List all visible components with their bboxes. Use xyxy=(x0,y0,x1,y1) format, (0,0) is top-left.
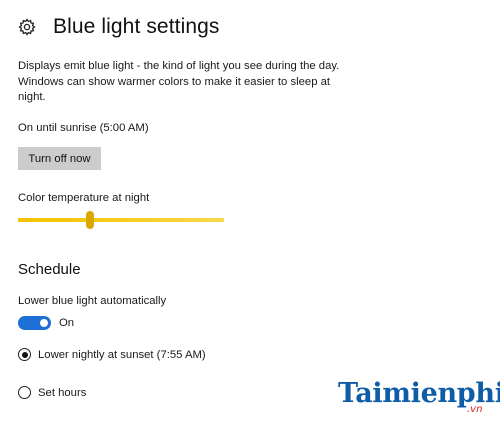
radio-button[interactable] xyxy=(18,348,31,361)
color-temperature-slider[interactable] xyxy=(18,209,224,233)
radio-set-hours[interactable]: Set hours xyxy=(18,386,86,399)
status-text: On until sunrise (5:00 AM) xyxy=(18,122,149,134)
toggle-knob xyxy=(40,319,48,327)
page-title: Blue light settings xyxy=(53,15,220,38)
radio-button[interactable] xyxy=(18,386,31,399)
radio-sunset[interactable]: Lower nightly at sunset (7:55 AM) xyxy=(18,348,206,361)
radio-selected-dot xyxy=(21,351,28,358)
slider-track[interactable] xyxy=(18,218,224,222)
gear-icon xyxy=(18,18,36,36)
auto-schedule-toggle[interactable] xyxy=(18,316,51,330)
schedule-heading: Schedule xyxy=(18,261,81,278)
auto-schedule-label: Lower blue light automatically xyxy=(18,295,167,307)
description-text: Displays emit blue light - the kind of l… xyxy=(18,60,340,103)
slider-thumb[interactable] xyxy=(86,211,95,229)
turn-off-now-button[interactable]: Turn off now xyxy=(18,147,101,170)
radio-label: Lower nightly at sunset (7:55 AM) xyxy=(38,348,206,361)
toggle-state-text: On xyxy=(59,317,75,329)
color-temperature-label: Color temperature at night xyxy=(18,192,150,204)
watermark-suffix: .vn xyxy=(467,404,483,415)
auto-schedule-toggle-row: On xyxy=(18,316,74,330)
header: Blue light settings xyxy=(18,12,220,42)
radio-label: Set hours xyxy=(38,386,87,399)
